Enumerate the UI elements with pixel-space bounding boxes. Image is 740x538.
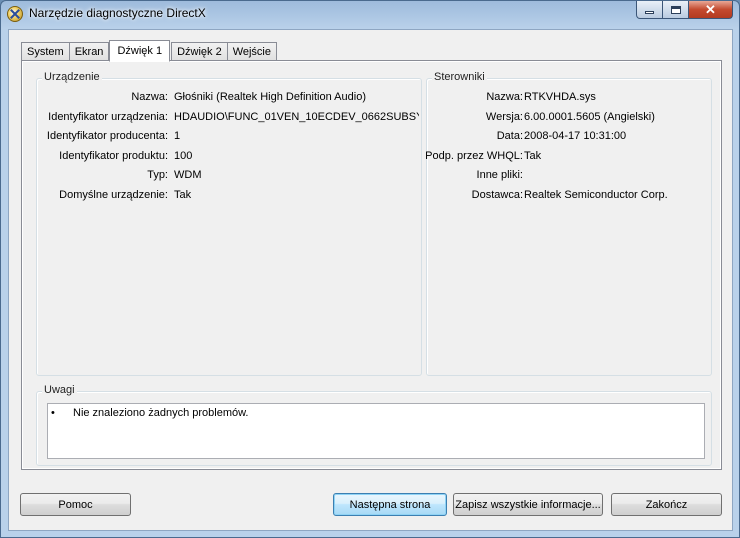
notes-group: Uwagi • Nie znaleziono żadnych problemów… (36, 384, 712, 466)
drivers-group-label: Sterowniki (432, 71, 487, 83)
provider-value: Realtek Semiconductor Corp. (524, 189, 668, 201)
save-all-button[interactable]: Zapisz wszystkie informacje... (453, 493, 603, 516)
device-group: Urządzenie Nazwa: Głośniki (Realtek High… (36, 71, 422, 376)
notes-textbox[interactable]: • Nie znaleziono żadnych problemów. (47, 403, 705, 459)
driver-version-value: 6.00.0001.5605 (Angielski) (524, 111, 655, 123)
tab-ekran[interactable]: Ekran (68, 42, 110, 61)
exit-button[interactable]: Zakończ (611, 493, 722, 516)
driver-name-label: Nazwa: (486, 91, 523, 103)
caption-buttons: ✕ (636, 1, 733, 19)
title-bar[interactable]: Narzędzie diagnostyczne DirectX ✕ (1, 1, 739, 27)
help-button[interactable]: Pomoc (20, 493, 131, 516)
panel-background: Urządzenie Nazwa: Głośniki (Realtek High… (23, 62, 720, 468)
tab-system[interactable]: System (21, 42, 70, 61)
next-page-button[interactable]: Następna strona (333, 493, 447, 516)
tab-dzwiek-2[interactable]: Dźwięk 2 (171, 42, 228, 61)
minimize-icon (645, 11, 654, 14)
whql-value: Tak (524, 150, 542, 162)
provider-label: Dostawca: (471, 189, 523, 201)
maximize-icon (670, 5, 681, 14)
directx-app-icon (7, 6, 23, 22)
device-id-label: Identyfikator urządzenia: (48, 111, 168, 123)
minimize-button[interactable] (636, 1, 663, 19)
default-device-label: Domyślne urządzenie: (59, 189, 168, 201)
directx-diag-window: Narzędzie diagnostyczne DirectX ✕ System… (0, 0, 740, 538)
default-device-value: Tak (174, 189, 192, 201)
vendor-id-label: Identyfikator producenta: (46, 130, 168, 142)
tab-panel-dzwiek-1: Urządzenie Nazwa: Głośniki (Realtek High… (21, 60, 722, 470)
type-label: Typ: (147, 169, 168, 181)
vendor-id-value: 1 (174, 130, 181, 142)
type-value: WDM (174, 169, 202, 181)
tab-strip: System Ekran Dźwięk 1 Dźwięk 2 Wejście (21, 39, 277, 62)
whql-label: Podp. przez WHQL: (425, 150, 523, 162)
product-id-value: 100 (174, 150, 193, 162)
driver-date-value: 2008-04-17 10:31:00 (524, 130, 627, 142)
driver-date-label: Data: (496, 130, 523, 142)
tab-wejscie[interactable]: Wejście (226, 42, 277, 61)
notes-text: Nie znaleziono żadnych problemów. (73, 407, 249, 419)
client-area: System Ekran Dźwięk 1 Dźwięk 2 Wejście U… (8, 29, 733, 531)
device-name-value: Głośniki (Realtek High Definition Audio) (174, 91, 366, 103)
maximize-button[interactable] (663, 1, 689, 19)
close-button[interactable]: ✕ (689, 1, 733, 19)
other-files-label: Inne pliki: (476, 169, 523, 181)
close-icon: ✕ (705, 1, 716, 17)
notes-group-label: Uwagi (42, 384, 77, 396)
device-id-value: HDAUDIO\FUNC_01VEN_10ECDEV_0662SUBSYS_1 (174, 111, 419, 123)
tab-dzwiek-1[interactable]: Dźwięk 1 (109, 40, 171, 62)
notes-bullet: • (51, 407, 55, 419)
window-title: Narzędzie diagnostyczne DirectX (29, 6, 206, 20)
device-name-label: Nazwa: (131, 91, 168, 103)
drivers-group: Sterowniki Nazwa: RTKVHDA.sys Wersja: 6.… (425, 71, 712, 376)
product-id-label: Identyfikator produktu: (59, 150, 168, 162)
driver-version-label: Wersja: (485, 111, 523, 123)
device-group-label: Urządzenie (42, 71, 102, 83)
driver-name-value: RTKVHDA.sys (524, 91, 596, 103)
